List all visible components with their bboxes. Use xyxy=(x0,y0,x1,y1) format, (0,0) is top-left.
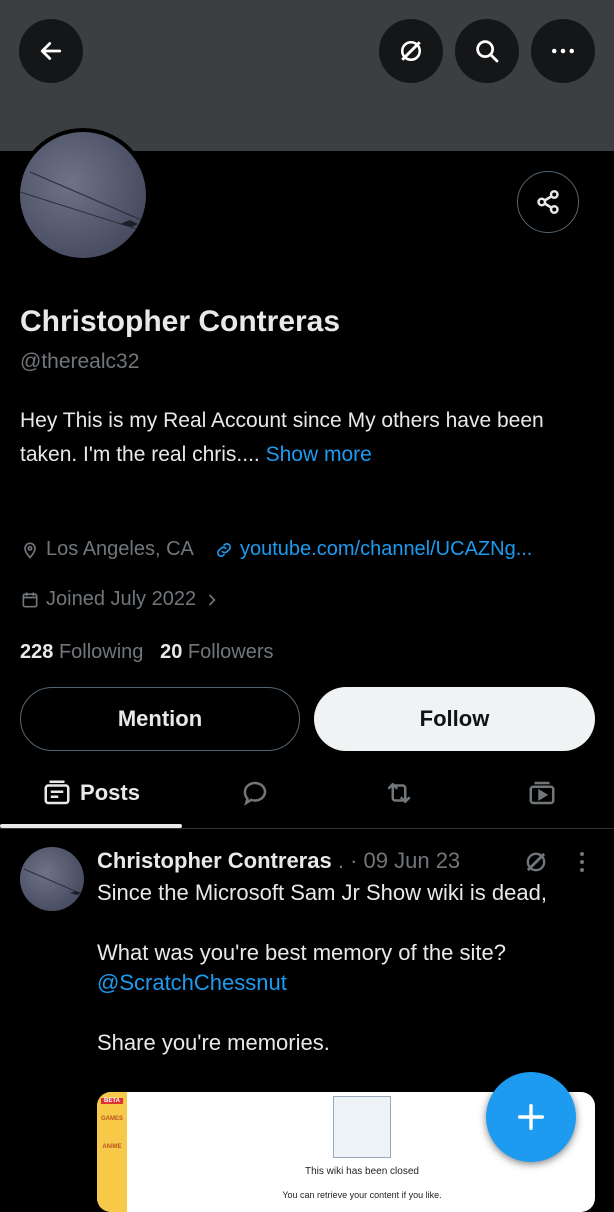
media-icon xyxy=(529,781,555,805)
post-line-2: What was you're best memory of the site? xyxy=(97,940,506,965)
tab-media[interactable] xyxy=(470,760,614,826)
posts-icon xyxy=(44,780,70,805)
profile-avatar[interactable] xyxy=(16,128,150,262)
post-date[interactable]: 09 Jun 23 xyxy=(364,848,461,873)
active-tab-indicator xyxy=(0,824,182,828)
media-thumbnail xyxy=(333,1096,391,1158)
location-pin-icon xyxy=(24,542,36,559)
profile-website[interactable]: youtube.com/channel/UCAZNg... xyxy=(214,538,532,561)
media-side-games: GAMES xyxy=(101,1116,124,1122)
profile-handle: @therealc32 xyxy=(20,350,140,373)
back-button[interactable] xyxy=(19,19,83,83)
more-button[interactable] xyxy=(531,19,595,83)
grok-button[interactable] xyxy=(379,19,443,83)
website-link[interactable]: youtube.com/channel/UCAZNg... xyxy=(240,538,532,561)
chevron-right-icon xyxy=(209,593,216,606)
post-line-1: Since the Microsoft Sam Jr Show wiki is … xyxy=(97,880,547,905)
post-avatar[interactable] xyxy=(20,847,84,911)
post-line-3: Share you're memories. xyxy=(97,1030,330,1055)
show-more-link[interactable]: Show more xyxy=(266,443,372,466)
media-side-anime: ANIME xyxy=(102,1144,122,1150)
plus-icon xyxy=(517,1103,545,1131)
media-subtitle: You can retrieve your content if you lik… xyxy=(282,1190,442,1200)
following-link[interactable]: 228 Following xyxy=(20,641,143,663)
replies-icon xyxy=(243,781,267,806)
follow-button[interactable]: Follow xyxy=(314,687,595,751)
share-icon xyxy=(537,190,559,214)
profile-joined[interactable]: Joined July 2022 xyxy=(20,588,222,611)
avatar-image xyxy=(20,132,146,258)
tab-posts-label: Posts xyxy=(80,780,140,805)
profile-location: Los Angeles, CA xyxy=(20,538,194,561)
more-horizontal-icon xyxy=(552,48,574,54)
profile-bio: Hey This is my Real Account since My oth… xyxy=(20,404,600,472)
search-icon xyxy=(476,40,499,63)
post-author[interactable]: Christopher Contreras xyxy=(97,848,332,873)
follow-counts: 228 Following 20 Followers xyxy=(20,641,273,664)
arrow-left-icon xyxy=(40,42,62,60)
post-header: Christopher Contreras . · 09 Jun 23 xyxy=(97,848,460,874)
tab-reposts[interactable] xyxy=(328,760,470,826)
followers-link[interactable]: 20 Followers xyxy=(160,641,273,663)
post-separator: . · xyxy=(337,848,358,873)
profile-name: Christopher Contreras xyxy=(20,305,341,338)
link-icon xyxy=(217,542,231,557)
tab-replies[interactable] xyxy=(182,760,328,826)
search-button[interactable] xyxy=(455,19,519,83)
joined-text: Joined July 2022 xyxy=(46,588,197,610)
following-label: Following xyxy=(58,641,144,663)
followers-label: Followers xyxy=(187,641,274,663)
profile-tabs: Posts xyxy=(0,760,614,829)
following-count: 228 xyxy=(20,641,54,663)
mention-button[interactable]: Mention xyxy=(20,687,300,751)
reposts-icon xyxy=(387,783,411,803)
tab-posts[interactable]: Posts xyxy=(0,760,182,826)
media-title: This wiki has been closed xyxy=(305,1166,419,1177)
calendar-icon xyxy=(22,592,38,607)
grok-icon xyxy=(401,41,421,61)
followers-count: 20 xyxy=(160,641,183,663)
location-text: Los Angeles, CA xyxy=(46,538,194,560)
grok-icon[interactable] xyxy=(522,848,550,876)
share-button[interactable] xyxy=(517,171,579,233)
post-mention[interactable]: @ScratchChessnut xyxy=(97,968,587,998)
media-side-beta: BETA xyxy=(101,1098,123,1104)
post-body: Since the Microsoft Sam Jr Show wiki is … xyxy=(97,878,587,1058)
compose-button[interactable] xyxy=(486,1072,576,1162)
post-more-icon[interactable] xyxy=(570,848,594,876)
